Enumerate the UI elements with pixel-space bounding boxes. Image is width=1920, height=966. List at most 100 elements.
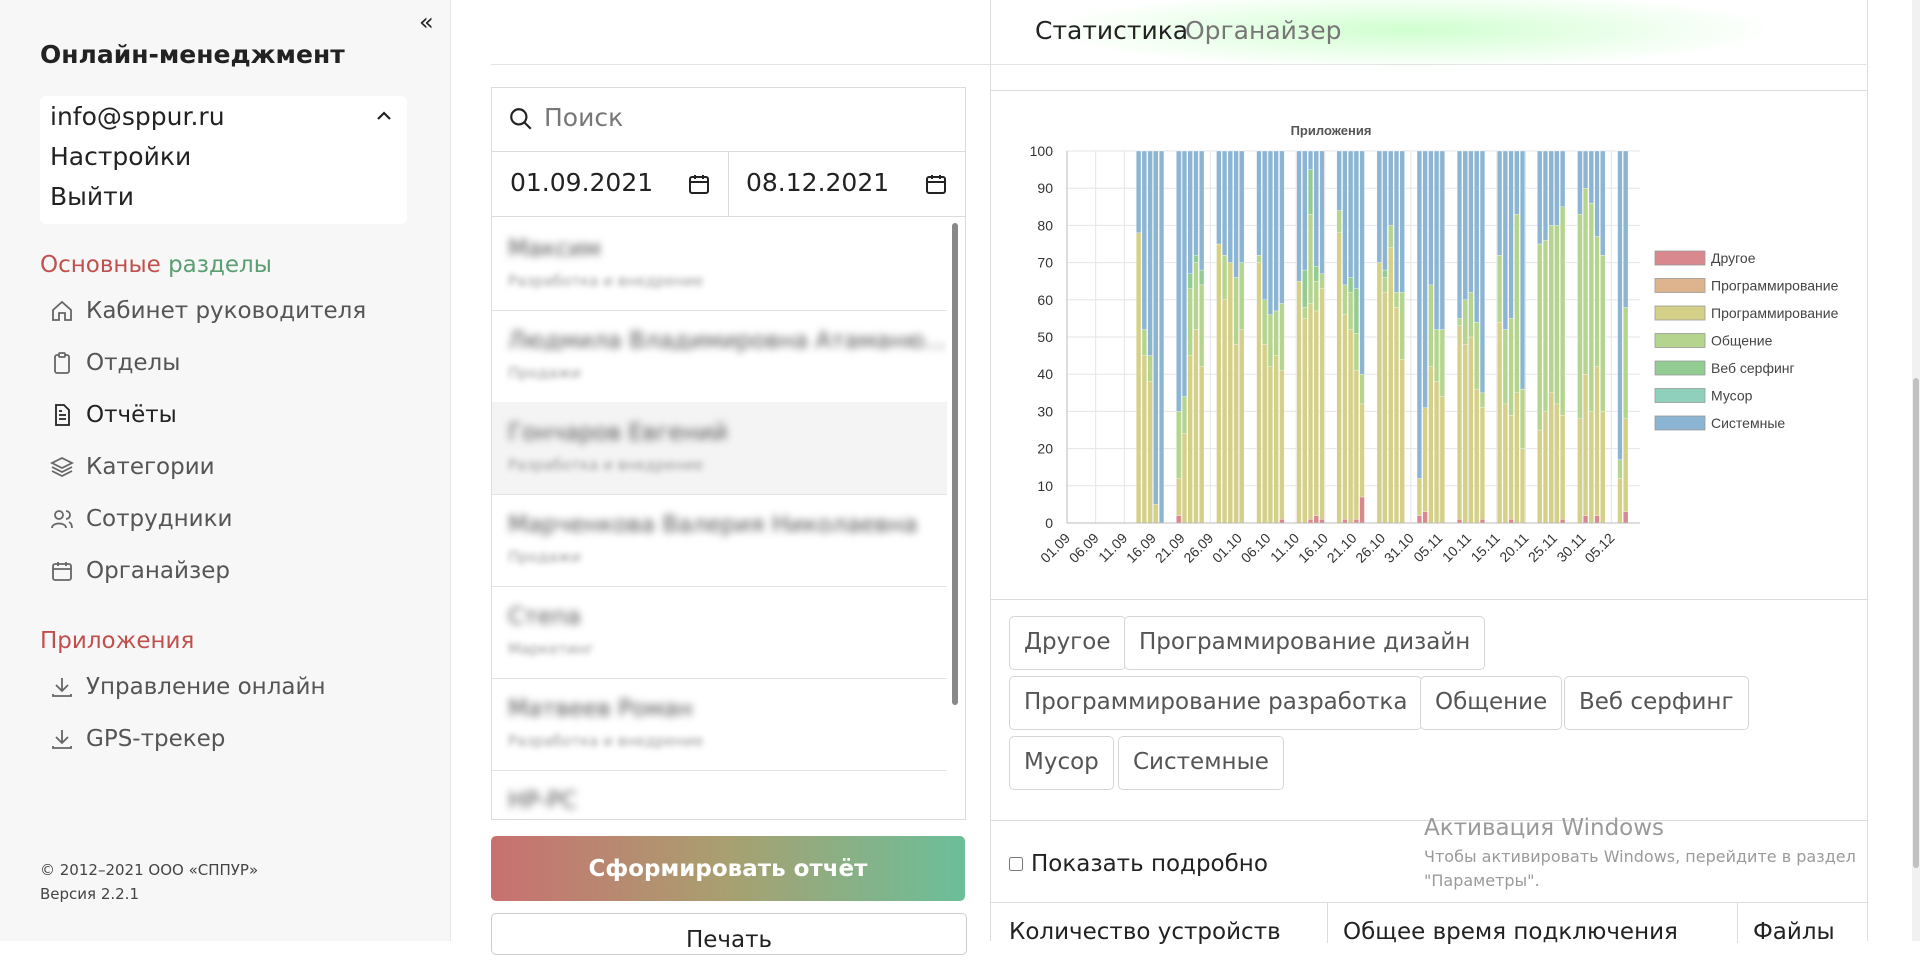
bar-segment [1457,519,1463,524]
bar-segment [1348,277,1354,293]
bar-segment [1479,392,1485,408]
list-item[interactable]: Матвеев Роман Разработка и внедрение [492,678,947,771]
bar-segment [1537,243,1543,431]
category-tag-prog-dev[interactable]: Программирование разработка [1009,676,1423,730]
show-details-checkbox[interactable] [1009,857,1023,871]
bar-segment [1514,214,1520,393]
x-tick-label: 05.11 [1410,530,1446,566]
search-box[interactable]: Поиск [492,88,965,152]
activation-text: Чтобы активировать Windows, перейдите в … [1424,847,1856,890]
bar-segment [1359,150,1365,375]
legend-label: Общение [1711,333,1773,349]
category-tag-prog-design[interactable]: Программирование дизайн [1124,616,1486,670]
y-tick-label: 90 [1037,180,1053,196]
collapse-sidebar-icon[interactable]: « [419,8,434,36]
bar-segment [1342,519,1348,524]
list-item[interactable]: Марченкова Валерия Николаевна Продажи [492,494,947,587]
bar-segment [1222,255,1228,300]
generate-report-button[interactable]: Сформировать отчёт [491,836,965,901]
legend-swatch [1654,333,1706,348]
employee-name: Матвеев Роман [508,696,693,722]
list-item[interactable]: Гончаров Евгений Разработка и внедрение [492,402,947,495]
calendar-icon[interactable] [924,172,948,196]
settings-link[interactable]: Настройки [50,142,191,171]
list-item[interactable]: HP-PC [492,770,947,818]
list-item[interactable]: Максим Разработка и внедрение [492,218,947,311]
bar-segment [1136,232,1142,524]
bar-segment [1508,150,1514,319]
sidebar-item-reports[interactable]: Отчёты [50,402,177,428]
category-tag-web-surfing[interactable]: Веб серфинг [1564,676,1749,730]
x-tick-label: 01.09 [1037,530,1073,566]
page-scrollbar[interactable] [1912,0,1920,941]
x-tick-label: 11.10 [1267,530,1303,566]
bar-segment [1359,496,1365,524]
bar-segment [1588,202,1594,412]
bar-segment [1388,225,1394,248]
bar-segment [1319,519,1325,524]
tab-statistics[interactable]: Статистика [1035,16,1188,45]
bar-segment [1267,314,1273,367]
employee-name: Марченкова Валерия Николаевна [508,512,918,538]
employee-department: Разработка и внедрение [508,456,704,474]
summary-table-header: Количество устройств Общее время подключ… [991,902,1867,945]
logout-link[interactable]: Выйти [50,182,134,211]
tab-organizer[interactable]: Органайзер [1185,16,1341,45]
sidebar-item-categories[interactable]: Категории [50,454,215,480]
list-scrollbar[interactable] [952,223,958,705]
show-details-label[interactable]: Показать подробно [1031,851,1268,877]
calendar-icon[interactable] [687,172,711,196]
bar-segment [1222,299,1228,524]
download-icon [52,730,72,749]
bar-segment [1233,344,1239,524]
bar-segment [1308,169,1314,215]
bar-segment [1502,403,1508,524]
sidebar-item-organizer[interactable]: Органайзер [50,558,230,584]
user-email[interactable]: info@sppur.ru [50,102,225,131]
list-item[interactable]: Степа Маркетинг [492,586,947,679]
legend-swatch [1654,278,1706,293]
sidebar-item-departments[interactable]: Отделы [50,350,180,376]
date-to-field[interactable]: 08.12.2021 [746,168,889,197]
bar-segment [1548,150,1554,226]
employee-department: Продажи [508,364,581,382]
bar-segment [1583,515,1589,524]
bar-segment [1313,310,1319,516]
page-scrollbar-thumb[interactable] [1913,378,1919,868]
bar-segment [1479,519,1485,524]
category-tag-system[interactable]: Системные [1118,736,1284,790]
sidebar-item-dashboard[interactable]: Кабинет руководителя [50,298,366,324]
bar-segment [1554,150,1560,226]
category-tag-communication[interactable]: Общение [1420,676,1563,730]
employee-name: Степа [508,604,581,630]
sidebar-item-online-control[interactable]: Управление онлайн [50,674,326,700]
category-tag-trash[interactable]: Мусор [1009,736,1114,790]
bar-segment [1583,150,1589,189]
category-tag-other[interactable]: Другое [1009,616,1126,670]
sidebar-item-label: Кабинет руководителя [86,298,367,324]
legend-swatch [1654,250,1706,266]
y-tick-label: 40 [1037,366,1053,382]
x-tick-label: 05.12 [1581,530,1617,566]
x-tick-label: 16.09 [1123,530,1159,566]
bar-segment [1439,396,1445,524]
sidebar-item-gps-tracker[interactable]: GPS-трекер [50,726,225,752]
sidebar-item-employees[interactable]: Сотрудники [50,506,232,532]
bar-segment [1560,414,1566,520]
search-input[interactable]: Поиск [544,103,623,132]
chevron-up-icon[interactable] [375,106,393,130]
bar-segment [1319,288,1325,520]
bar-segment [1279,150,1285,304]
y-tick-label: 80 [1037,217,1053,233]
bar-segment [1199,150,1205,271]
bar-segment [1216,150,1222,245]
bar-segment [1422,511,1428,524]
x-tick-label: 06.10 [1238,530,1274,566]
bar-segment [1577,150,1583,215]
list-item[interactable]: Людмила Владимировна Атаманю... Продажи [492,310,947,403]
bar-segment [1336,210,1342,233]
print-button[interactable]: Печать [491,913,967,955]
bar-segment [1199,366,1205,524]
date-from-field[interactable]: 01.09.2021 [510,168,653,197]
bar-segment [1393,292,1399,308]
